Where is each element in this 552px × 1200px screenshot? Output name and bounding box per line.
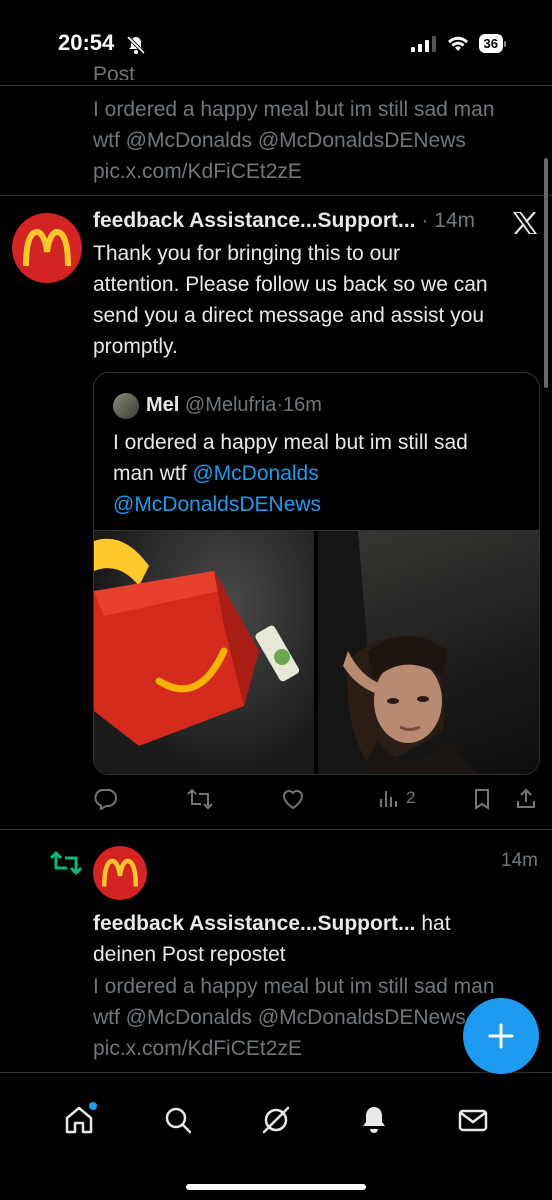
unread-dot <box>89 1102 98 1110</box>
text-line: Thank you for bringing this to our <box>93 242 401 265</box>
text-line: promptly. <box>93 335 178 358</box>
like-icon[interactable] <box>281 788 305 810</box>
quote-header: Mel @Melufria·16m <box>146 394 322 416</box>
quote-handle: @Melufria <box>184 394 277 416</box>
text-line: pic.x.com/KdFiCEt2zE <box>93 1037 302 1060</box>
repost-headline[interactable]: feedback Assistance...Support... hat dei… <box>93 908 451 970</box>
views-button[interactable]: 2 <box>378 787 415 809</box>
compose-button[interactable] <box>463 998 539 1074</box>
cut-post-label: Post <box>93 63 136 80</box>
reply-text[interactable]: Thank you for bringing this to our atten… <box>93 238 488 362</box>
status-right: 36 <box>410 34 506 53</box>
bell-slash-icon <box>126 35 146 55</box>
nav-home[interactable] <box>63 1102 98 1136</box>
repost-icon[interactable] <box>187 788 213 810</box>
search-icon <box>165 1107 191 1134</box>
repost-icon <box>50 850 82 876</box>
mcdonalds-avatar[interactable] <box>93 846 147 900</box>
share-icon[interactable] <box>515 787 537 809</box>
repost-time: 14m <box>501 850 538 871</box>
wifi-icon <box>447 36 468 51</box>
reply-time: 14m <box>434 209 476 232</box>
quote-name: Mel <box>146 394 180 416</box>
text-line: wtf @McDonalds @McDonaldsDENews <box>93 129 466 152</box>
repost-author[interactable]: feedback Assistance...Support... <box>93 912 416 935</box>
mel-avatar[interactable] <box>113 393 139 419</box>
quote-time: 16m <box>283 394 322 416</box>
signal-icon <box>410 35 436 52</box>
nav-notifications[interactable] <box>358 1104 390 1136</box>
selfie-image[interactable] <box>318 531 539 774</box>
text-line: I ordered a happy meal but im still sad … <box>93 98 495 121</box>
reply-icon[interactable] <box>93 788 117 810</box>
quoted-tweet[interactable]: Mel @Melufria·16m I ordered a happy meal… <box>93 372 540 775</box>
views-count: 2 <box>406 788 416 807</box>
bookmark-icon[interactable] <box>471 788 493 810</box>
home-indicator <box>186 1184 366 1190</box>
text-line: man wtf <box>113 462 193 485</box>
happy-meal-box-icon <box>94 538 300 746</box>
divider <box>0 1072 552 1073</box>
x-logo-icon <box>513 212 537 234</box>
battery-level: 36 <box>478 34 503 53</box>
reply-author[interactable]: feedback Assistance...Support... · 14m <box>93 209 475 233</box>
mcdonalds-avatar[interactable] <box>12 213 82 283</box>
bottom-nav <box>0 1085 552 1155</box>
mcdonalds-logo-icon <box>102 858 138 887</box>
top-post-text[interactable]: I ordered a happy meal but im still sad … <box>93 94 495 187</box>
battery-icon: 36 <box>478 34 506 53</box>
text-line: I ordered a happy meal but im still sad <box>113 431 468 454</box>
views-icon <box>380 791 397 807</box>
mcdonalds-logo-icon <box>23 228 71 267</box>
happy-meal-image[interactable] <box>94 531 314 774</box>
status-time: 20:54 <box>58 30 115 55</box>
grok-icon <box>262 1106 290 1134</box>
compose-plus-icon <box>488 1023 514 1049</box>
text-line: send you a direct message and assist you <box>93 304 485 327</box>
text-line: I ordered a happy meal but im still sad … <box>93 975 495 998</box>
text-line: deinen Post repostet <box>93 943 286 966</box>
divider <box>0 85 552 86</box>
mention-link[interactable]: @McDonaldsDENews <box>113 493 321 516</box>
text-line: hat <box>415 912 451 935</box>
mention-link[interactable]: @McDonalds <box>192 462 318 485</box>
text-line: attention. Please follow us back so we c… <box>93 273 488 296</box>
nav-messages[interactable] <box>457 1104 489 1136</box>
selfie-person-icon <box>318 531 478 774</box>
divider <box>0 829 552 830</box>
quote-text: I ordered a happy meal but im still sad … <box>113 427 468 520</box>
nav-grok[interactable] <box>260 1104 292 1136</box>
scrollbar[interactable] <box>544 158 548 388</box>
text-line: pic.x.com/KdFiCEt2zE <box>93 160 302 183</box>
text-line: wtf @McDonalds @McDonaldsDENews <box>93 1006 466 1029</box>
notifications-icon <box>363 1107 386 1133</box>
divider <box>0 195 552 196</box>
quote-media[interactable] <box>94 531 539 774</box>
repost-post-text[interactable]: I ordered a happy meal but im still sad … <box>93 971 495 1064</box>
nav-search[interactable] <box>162 1104 194 1136</box>
messages-icon <box>458 1109 487 1132</box>
action-row: 2 <box>93 786 543 812</box>
